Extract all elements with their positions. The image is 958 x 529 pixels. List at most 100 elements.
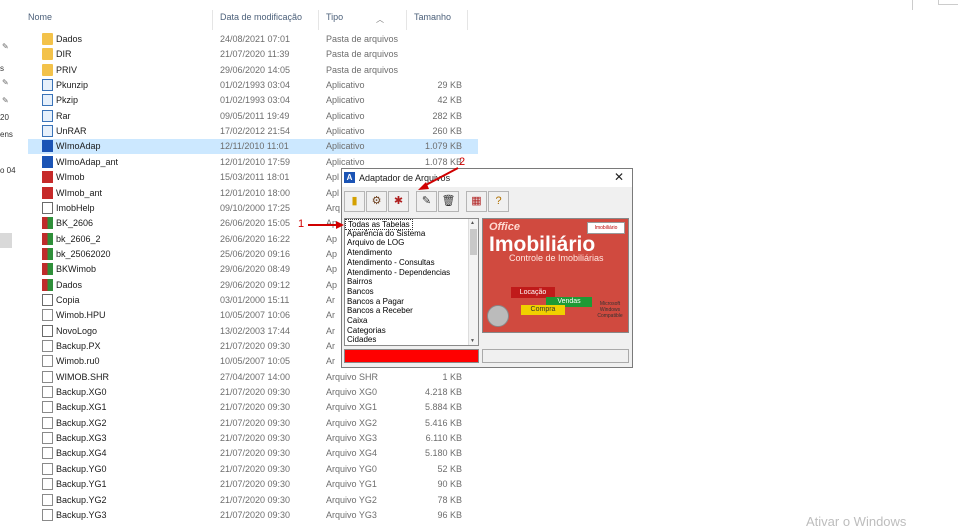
file-date: 29/06/2020 14:05	[220, 64, 291, 75]
file-row[interactable]: PRIV 29/06/2020 14:05 Pasta de arquivos	[28, 63, 478, 78]
help-button[interactable]: ?	[488, 191, 509, 212]
config-button[interactable]: ▦	[466, 191, 487, 212]
file-size: 282 KB	[432, 110, 462, 121]
file-size: 78 KB	[437, 494, 462, 505]
annotation-label-2: 2	[459, 156, 466, 168]
file-row[interactable]: Dados 24/08/2021 07:01 Pasta de arquivos	[28, 32, 478, 47]
status-panel	[482, 349, 629, 363]
file-type: Ar	[326, 341, 335, 351]
column-separator[interactable]	[318, 10, 319, 30]
column-separator[interactable]	[406, 10, 407, 30]
adapt-tool-button[interactable]: ⚙	[366, 191, 387, 212]
table-list-item[interactable]: Aparência do Sistema	[347, 229, 425, 238]
file-size: 52 KB	[437, 463, 462, 474]
file-type: Arq	[326, 202, 341, 213]
file-row[interactable]: Backup.XG2 21/07/2020 09:30 Arquivo XG2 5.4…	[28, 416, 478, 431]
file-row[interactable]: Backup.XG1 21/07/2020 09:30 Arquivo XG1 5.8…	[28, 400, 478, 415]
scrollbar-thumb[interactable]	[470, 229, 477, 255]
column-separator[interactable]	[467, 10, 468, 30]
file-type: Ap	[326, 233, 338, 244]
file-date: 21/07/2020 09:30	[220, 402, 291, 413]
dialog-titlebar[interactable]: A Adaptador de Arquivos ✕	[342, 169, 632, 187]
wimo-app-icon	[42, 155, 53, 168]
file-date: 01/02/1993 03:04	[220, 80, 291, 91]
file-name: NovoLogo	[56, 325, 98, 336]
scroll-up-icon[interactable]: ▲	[470, 220, 475, 226]
file-type: Arquivo XG4	[326, 448, 378, 459]
help-file-icon	[42, 201, 53, 214]
file-type: Arquivo XG1	[326, 402, 378, 413]
file-date: 10/05/2007 10:06	[220, 310, 291, 321]
column-header-size[interactable]: Tamanho	[414, 12, 451, 22]
file-row[interactable]: Backup.YG0 21/07/2020 09:30 Arquivo YG0 52 …	[28, 462, 478, 477]
tables-listbox[interactable]: ▲ ▼ Todas as Tabelas Aparência do Sistema…	[344, 218, 479, 346]
logo-subtitle: Controle de Imobiliárias	[509, 253, 604, 263]
table-list-item[interactable]: Bancos	[347, 287, 374, 296]
column-header-type[interactable]: Tipo	[326, 12, 343, 22]
column-separator[interactable]	[212, 10, 213, 30]
file-row[interactable]: DIR 21/07/2020 11:39 Pasta de arquivos	[28, 47, 478, 62]
table-list-item[interactable]: Categorias	[347, 326, 386, 335]
help-icon: ?	[495, 195, 502, 207]
image-file-icon	[42, 324, 53, 337]
scroll-down-icon[interactable]: ▼	[470, 338, 475, 344]
file-size: 4.218 KB	[424, 387, 462, 398]
exit-door-button[interactable]: ▮	[344, 191, 365, 212]
file-row[interactable]: Backup.YG1 21/07/2020 09:30 Arquivo YG1 90 …	[28, 477, 478, 492]
file-row[interactable]: Backup.XG4 21/07/2020 09:30 Arquivo XG4 5.1…	[28, 446, 478, 461]
file-icon	[42, 462, 53, 475]
table-list-item[interactable]: Cidades	[347, 335, 376, 344]
file-date: 21/07/2020 09:30	[220, 494, 291, 505]
file-size: 1.078 KB	[424, 156, 462, 167]
annotation-label-1: 1	[298, 218, 305, 230]
file-name: DIR	[56, 49, 72, 60]
file-name: Wimob.ru0	[56, 356, 100, 367]
table-list-item[interactable]: Atendimento - Consultas	[347, 258, 435, 267]
file-row[interactable]: WIMOB.SHR 27/04/2007 14:00 Arquivo SHR 1 KB	[28, 370, 478, 385]
table-list-item[interactable]: Atendimento	[347, 248, 392, 257]
listbox-scrollbar[interactable]: ▲ ▼	[468, 219, 478, 345]
table-list-item[interactable]: Bairros	[347, 277, 372, 286]
repair-icon: ✎	[421, 195, 432, 207]
adapt-all-button[interactable]: ✱	[388, 191, 409, 212]
table-list-item[interactable]: Caixa	[347, 316, 367, 325]
file-icon	[42, 293, 53, 306]
file-date: 25/06/2020 09:16	[220, 248, 291, 259]
file-type: Ar	[326, 310, 335, 321]
file-row[interactable]: Rar 09/05/2011 19:49 Aplicativo 282 KB	[28, 109, 478, 124]
file-name: WIMOB.SHR	[56, 371, 109, 382]
file-row[interactable]: Pkunzip 01/02/1993 03:04 Aplicativo 29 KB	[28, 78, 478, 93]
file-row[interactable]: UnRAR 17/02/2012 21:54 Aplicativo 260 KB	[28, 124, 478, 139]
file-name: PRIV	[56, 64, 78, 75]
file-row[interactable]: Pkzip 01/02/1993 03:04 Aplicativo 42 KB	[28, 93, 478, 108]
file-date: 21/07/2020 09:30	[220, 463, 291, 474]
file-name: Backup.XG2	[56, 417, 107, 428]
table-list-item[interactable]: Bancos a Pagar	[347, 297, 404, 306]
file-date: 03/01/2000 15:11	[220, 294, 290, 305]
file-type: Aplicativo	[326, 110, 365, 121]
repair-button[interactable]: ✎	[416, 191, 437, 212]
file-row[interactable]: Backup.XG3 21/07/2020 09:30 Arquivo XG3 6.1…	[28, 431, 478, 446]
file-icon	[42, 447, 53, 460]
file-type: Ar	[326, 356, 335, 367]
file-date: 09/10/2000 17:25	[220, 202, 291, 213]
table-list-item[interactable]: Atendimento - Dependencias	[347, 268, 450, 277]
file-row[interactable]: Backup.YG3 21/07/2020 09:30 Arquivo YG3 96 …	[28, 508, 478, 523]
table-list-item[interactable]: Bancos a Receber	[347, 306, 413, 315]
file-row[interactable]: Backup.XG0 21/07/2020 09:30 Arquivo XG0 4.2…	[28, 385, 478, 400]
file-row[interactable]: Backup.YG2 21/07/2020 09:30 Arquivo YG2 78 …	[28, 493, 478, 508]
column-header-name[interactable]: Nome	[28, 12, 52, 22]
logo-tag: Imobiliário	[587, 222, 625, 234]
nav-selected-item[interactable]	[0, 233, 12, 248]
column-header-date[interactable]: Data de modificação	[220, 12, 302, 22]
trash-button[interactable]: 🗑	[438, 191, 459, 212]
file-icon	[42, 508, 53, 521]
file-type: Pasta de arquivos	[326, 34, 399, 44]
nav-fragment: 20	[0, 113, 9, 122]
column-divider	[912, 0, 913, 10]
file-row[interactable]: WImoAdap 12/11/2010 11:01 Aplicativo 1.079 …	[28, 139, 478, 155]
file-date: 29/06/2020 08:49	[220, 264, 291, 275]
table-list-item[interactable]: Arquivo de LOG	[347, 238, 404, 247]
folder-icon	[42, 48, 53, 61]
close-icon[interactable]: ✕	[614, 170, 624, 184]
